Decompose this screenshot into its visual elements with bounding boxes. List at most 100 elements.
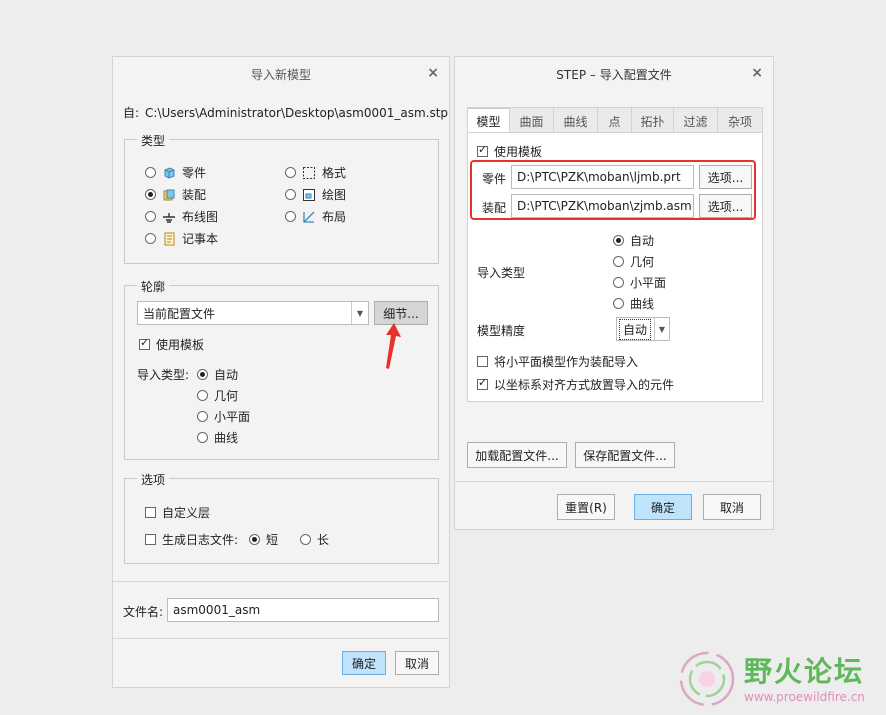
type-label: 零件 [182,166,207,180]
checkbox[interactable] [477,356,488,367]
assembly-options-button[interactable]: 选项... [699,194,752,218]
tab-bar: 模型 曲面 曲线 点 拓扑 过滤 杂项 [467,107,763,134]
options-group: 选项 自定义层 生成日志文件: 短 长 [124,471,439,564]
model-precision-label: 模型精度 [477,324,526,338]
log-file-checkbox[interactable]: 生成日志文件: [145,531,238,548]
part-options-button[interactable]: 选项... [699,165,752,189]
type-group-title: 类型 [137,132,170,149]
radio-button[interactable] [145,233,156,244]
radio-button[interactable] [613,277,624,288]
radio-button[interactable] [197,390,208,401]
assembly-icon [163,189,175,200]
radio-button-selected[interactable] [197,369,208,380]
checkbox[interactable] [145,534,156,545]
tab-surface[interactable]: 曲面 [510,108,554,134]
radio-button-selected[interactable] [145,189,156,200]
type-option-drawing[interactable]: 绘图 [285,186,346,203]
align-csys-label: 以坐标系对齐方式放置导入的元件 [494,378,675,392]
facet-as-assembly-label: 将小平面模型作为装配导入 [494,355,639,369]
assembly-template-input[interactable]: D:\PTC\PZK\moban\zjmb.asm [511,194,694,218]
radio-button[interactable] [300,534,311,545]
log-file-label: 生成日志文件: [162,533,239,547]
import-option-geometry[interactable]: 几何 [613,253,654,270]
precision-dropdown[interactable]: 自动 ▼ [616,317,670,341]
cancel-button[interactable]: 取消 [395,651,439,675]
type-label: 布局 [322,210,347,224]
radio-button[interactable] [613,298,624,309]
import-option-label: 小平面 [214,410,251,424]
type-option-harness[interactable]: 布线图 [145,208,218,225]
log-short-radio[interactable]: 短 [249,531,278,548]
import-option-facet[interactable]: 小平面 [197,408,250,425]
radio-button[interactable] [197,432,208,443]
checkbox-checked[interactable] [477,376,488,390]
filename-input[interactable]: asm0001_asm [167,598,439,622]
radio-button-selected[interactable] [613,235,624,246]
ok-button[interactable]: 确定 [342,651,386,675]
import-option-facet[interactable]: 小平面 [613,274,666,291]
chevron-down-icon[interactable]: ▼ [654,318,669,340]
radio-button[interactable] [197,411,208,422]
use-template-checkbox[interactable]: 使用模板 [477,143,542,160]
chevron-down-icon[interactable]: ▼ [351,302,368,324]
type-label: 记事本 [182,232,219,246]
close-button[interactable]: × [427,65,439,81]
checkbox-checked[interactable] [477,143,488,157]
import-type-label: 导入类型 [477,266,526,280]
checkbox-checked[interactable] [139,336,150,350]
radio-button[interactable] [145,211,156,222]
import-option-curve[interactable]: 曲线 [613,295,654,312]
type-option-layout[interactable]: 布局 [285,208,346,225]
import-option-label: 几何 [630,255,655,269]
cancel-button[interactable]: 取消 [703,494,761,520]
options-group-title: 选项 [137,471,170,488]
type-option-format[interactable]: 格式 [285,164,346,181]
import-type-label: 导入类型: [137,368,190,382]
type-label: 装配 [182,188,207,202]
reset-button[interactable]: 重置(R) [557,494,615,520]
radio-button[interactable] [285,189,296,200]
import-option-curve[interactable]: 曲线 [197,429,238,446]
details-button[interactable]: 细节... [374,301,428,325]
type-option-assembly[interactable]: 装配 [145,186,206,203]
tab-point[interactable]: 点 [598,108,632,134]
tab-model[interactable]: 模型 [468,108,510,134]
radio-button[interactable] [285,167,296,178]
import-option-auto[interactable]: 自动 [613,232,654,249]
tab-misc[interactable]: 杂项 [718,108,762,134]
log-long-radio[interactable]: 长 [300,531,329,548]
load-profile-button[interactable]: 加载配置文件... [467,442,567,468]
harness-icon [163,212,175,223]
assembly-label: 装配 [482,201,507,215]
type-option-part[interactable]: 零件 [145,164,206,181]
profile-dropdown[interactable]: 当前配置文件 ▼ [137,301,369,325]
format-icon [303,166,315,179]
use-template-checkbox[interactable]: 使用模板 [139,336,204,353]
custom-layer-checkbox[interactable]: 自定义层 [145,504,210,521]
assembly-template-path: D:\PTC\PZK\moban\zjmb.asm [517,199,692,213]
radio-button[interactable] [285,211,296,222]
tab-curve[interactable]: 曲线 [554,108,598,134]
ok-button[interactable]: 确定 [634,494,692,520]
profile-dropdown-value: 当前配置文件 [143,306,216,321]
radio-button-selected[interactable] [249,534,260,545]
type-option-notebook[interactable]: 记事本 [145,230,218,247]
tab-filter[interactable]: 过滤 [674,108,718,134]
facet-as-assembly-checkbox[interactable]: 将小平面模型作为装配导入 [477,353,638,370]
part-template-input[interactable]: D:\PTC\PZK\moban\ljmb.prt [511,165,694,189]
radio-button[interactable] [145,167,156,178]
radio-button[interactable] [613,256,624,267]
align-csys-checkbox[interactable]: 以坐标系对齐方式放置导入的元件 [477,376,674,393]
import-option-geometry[interactable]: 几何 [197,387,238,404]
filename-label: 文件名: [123,605,164,619]
divider [113,638,449,639]
save-profile-button[interactable]: 保存配置文件... [575,442,675,468]
close-button[interactable]: × [751,65,763,81]
layout-icon [303,211,315,223]
import-option-auto[interactable]: 自动 [197,366,238,383]
filename-value: asm0001_asm [173,603,261,617]
import-type-label-row: 导入类型: [137,366,189,383]
tab-topology[interactable]: 拓扑 [632,108,674,134]
divider [455,481,773,482]
checkbox[interactable] [145,507,156,518]
